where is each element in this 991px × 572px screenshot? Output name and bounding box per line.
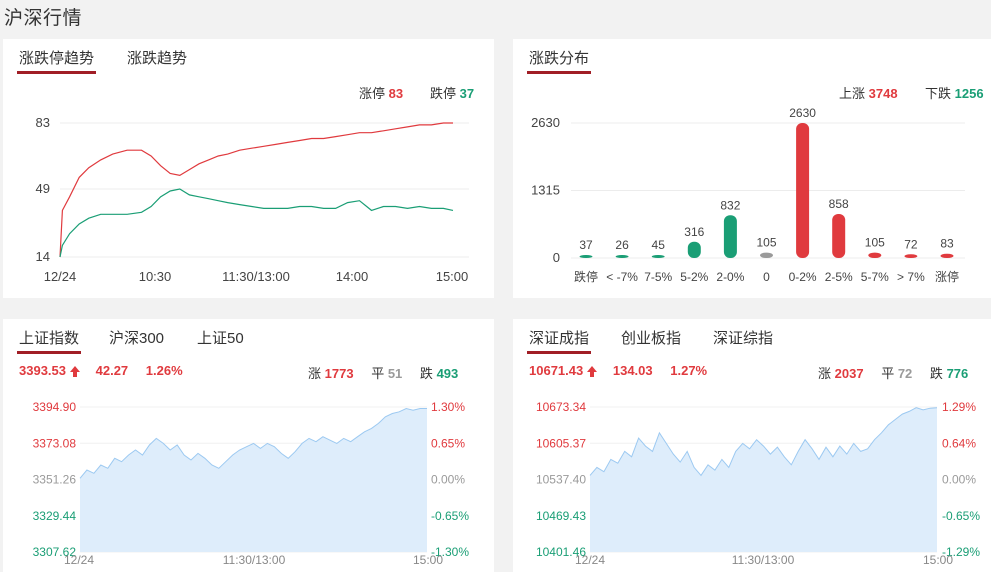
x-category-label: 2-0%	[716, 270, 744, 284]
sh-index-card: 上证指数 沪深300 上证50 3393.53 42.27 1.26% 涨 17…	[3, 319, 494, 572]
y-tick-label-left: 3351.26	[33, 473, 77, 487]
y-tick-label-right: 0.64%	[942, 436, 976, 450]
sh-intraday-chart: 3394.90 1.30% 3373.08 0.65% 3351.26 0.00% 3329…	[33, 400, 470, 567]
x-tick-label: 11:30/13:00	[223, 553, 286, 567]
x-category-label: 涨停	[935, 269, 959, 284]
bar-value-label: 858	[829, 197, 849, 211]
bar	[723, 215, 737, 258]
bar	[579, 255, 593, 258]
bar-value-label: 832	[720, 198, 740, 212]
y-tick-label-right: -0.65%	[942, 509, 980, 523]
y-tick-label: 0	[553, 250, 560, 265]
bar	[615, 255, 629, 258]
x-category-label: 0-2%	[789, 270, 817, 284]
y-tick-label-right: 1.29%	[942, 400, 976, 414]
bar-value-label: 105	[756, 236, 776, 250]
y-tick-label-left: 3329.44	[33, 509, 77, 523]
x-tick-label: 15:00	[436, 269, 469, 284]
x-tick-label: 14:00	[336, 269, 369, 284]
bar-value-label: 316	[684, 225, 704, 239]
y-tick-label-right: 0.00%	[431, 473, 465, 487]
bar	[687, 241, 701, 258]
y-tick-label-left: 3394.90	[33, 400, 77, 414]
x-tick-label: 15:00	[413, 553, 443, 567]
y-tick-label-left: 10469.43	[536, 509, 586, 523]
page-title: 沪深行情	[4, 8, 83, 29]
x-tick-label: 15:00	[923, 553, 953, 567]
y-tick-label: 2630	[531, 115, 560, 130]
y-tick-label-right: 1.30%	[431, 400, 465, 414]
bar-value-label: 37	[579, 238, 593, 252]
x-category-label: 0	[763, 270, 770, 284]
y-tick-label: 14	[36, 249, 50, 264]
x-tick-label: 12/24	[575, 553, 605, 567]
bar	[904, 254, 918, 258]
sz-intraday-chart: 10673.34 1.29% 10605.37 0.64% 10537.40 0.00% 1…	[536, 400, 980, 567]
bar	[832, 213, 846, 258]
bar-value-label: 105	[865, 236, 885, 250]
x-category-label: 5-7%	[861, 270, 889, 284]
x-category-label: 2-5%	[825, 270, 853, 284]
series-line	[59, 122, 453, 258]
x-tick-label: 10:30	[139, 269, 172, 284]
bar	[796, 123, 810, 258]
x-category-label: 跌停	[574, 269, 598, 284]
y-tick-label-right: -0.65%	[431, 509, 469, 523]
x-category-label: > 7%	[897, 270, 925, 284]
bar	[940, 253, 954, 258]
bar-value-label: 72	[904, 237, 918, 251]
x-category-label: 5-2%	[680, 270, 708, 284]
y-tick-label: 83	[36, 115, 50, 130]
limit-trend-chart: 83 49 14 12/24 10:30 11:30/13:00 14:00 15:00	[36, 115, 469, 284]
y-tick-label-left: 10673.34	[536, 400, 586, 414]
series-line	[59, 188, 454, 258]
y-tick-label: 1315	[531, 183, 560, 198]
x-tick-label: 11:30/13:00	[732, 553, 795, 567]
y-tick-label: 49	[36, 181, 50, 196]
price-area	[80, 408, 427, 552]
bar-value-label: 26	[615, 238, 629, 252]
x-category-label: < -7%	[606, 270, 638, 284]
bar	[868, 252, 882, 258]
sz-index-card: 深证成指 创业板指 深证综指 10671.43 134.03 1.27% 涨 2…	[513, 319, 991, 572]
bar-value-label: 83	[940, 237, 954, 251]
y-tick-label-right: 0.65%	[431, 436, 465, 450]
bar-value-label: 2630	[789, 106, 816, 120]
bar	[760, 252, 773, 258]
distribution-chart: 2630 1315 0 37 跌停 26 < -7% 45 7-5% 316 5-2% 832 2-0%…	[531, 106, 965, 284]
x-tick-label: 11:30/13:00	[222, 269, 290, 284]
updown-distribution-card: 涨跌分布 上涨 3748 下跌 1256 2630 1315 0 37 跌停 26 < -7…	[513, 39, 991, 298]
limit-trend-card: 涨跌停趋势 涨跌趋势 涨停 83 跌停 37 83 49 14 12/24 10:30 1…	[3, 39, 494, 298]
x-tick-label: 12/24	[44, 269, 77, 284]
y-tick-label-left: 10605.37	[536, 436, 586, 450]
bar	[651, 255, 665, 258]
y-tick-label-left: 10537.40	[536, 473, 586, 487]
y-tick-label-right: 0.00%	[942, 473, 976, 487]
bar-value-label: 45	[652, 238, 666, 252]
x-tick-label: 12/24	[64, 553, 94, 567]
y-tick-label-left: 3373.08	[33, 436, 77, 450]
x-category-label: 7-5%	[644, 270, 672, 284]
